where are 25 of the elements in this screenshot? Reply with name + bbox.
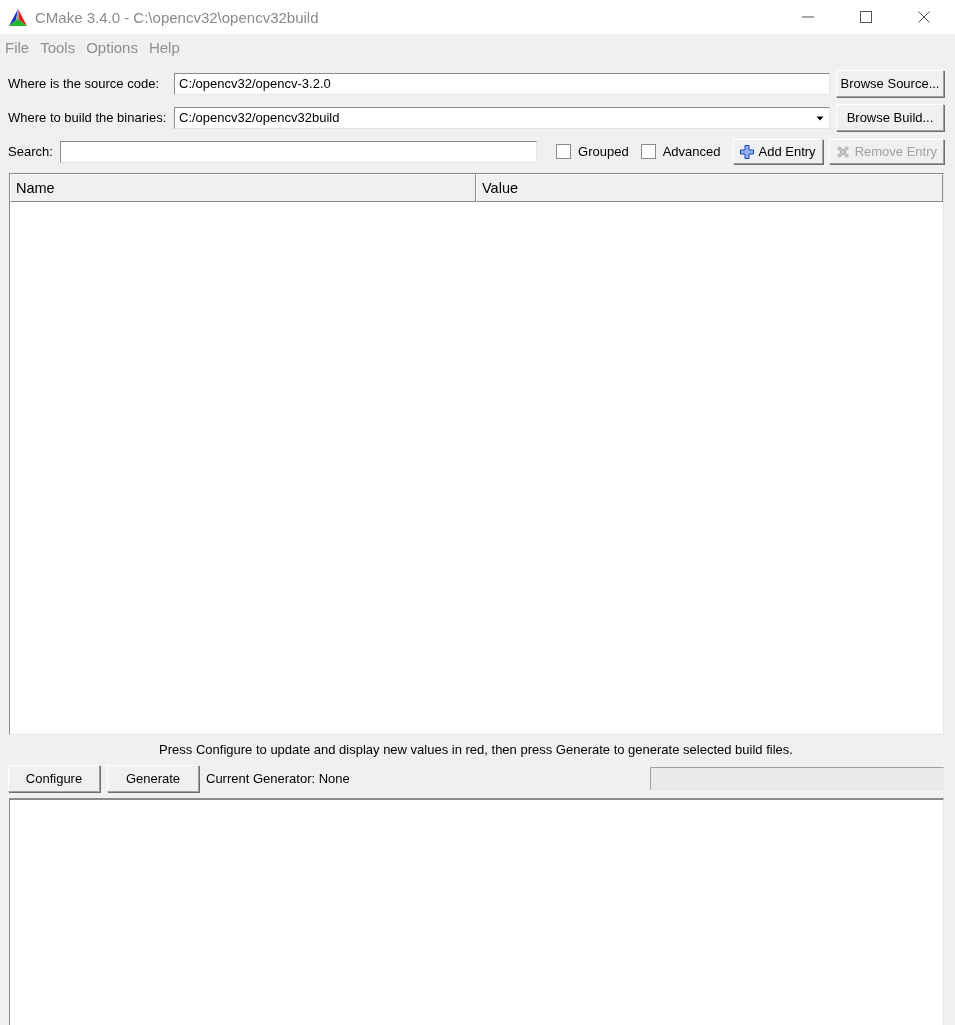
checkbox[interactable] [556, 144, 572, 159]
x-icon [835, 144, 850, 159]
action-button[interactable]: Configure [8, 764, 100, 792]
column-header[interactable]: Value [476, 174, 943, 202]
build-path-combobox[interactable]: C:/opencv32/opencv32build [174, 106, 830, 129]
search-label: Search: [8, 144, 53, 159]
triangle-logo-icon [9, 8, 27, 26]
close-icon[interactable] [918, 11, 930, 23]
build-label: Where to build the binaries: [8, 110, 167, 125]
column-header[interactable]: Name [10, 174, 476, 202]
action-button[interactable]: Generate [107, 764, 199, 792]
search-field[interactable] [59, 140, 538, 163]
maximize-icon[interactable] [860, 11, 872, 23]
add-entry-button[interactable]: Add Entry [732, 139, 823, 164]
source-path-field[interactable]: C:/opencv32/opencv-3.2.0 [174, 72, 830, 95]
checkbox-label[interactable]: Grouped [578, 144, 629, 159]
hint-text: Press Configure to update and display new values in red, then press Generate to generate selected build files. [158, 741, 794, 759]
browse-source-button[interactable]: Browse Source... [836, 70, 944, 97]
window-title: CMake 3.4.0 - C:\opencv32\opencv32build [35, 8, 319, 26]
source-label: Where is the source code: [8, 76, 160, 91]
checkbox[interactable] [640, 144, 656, 159]
checkbox-label[interactable]: Advanced [662, 144, 721, 159]
browse-build-button[interactable]: Browse Build... [836, 104, 944, 131]
plus-icon [739, 144, 754, 159]
generator-label: Current Generator: None [206, 770, 350, 786]
